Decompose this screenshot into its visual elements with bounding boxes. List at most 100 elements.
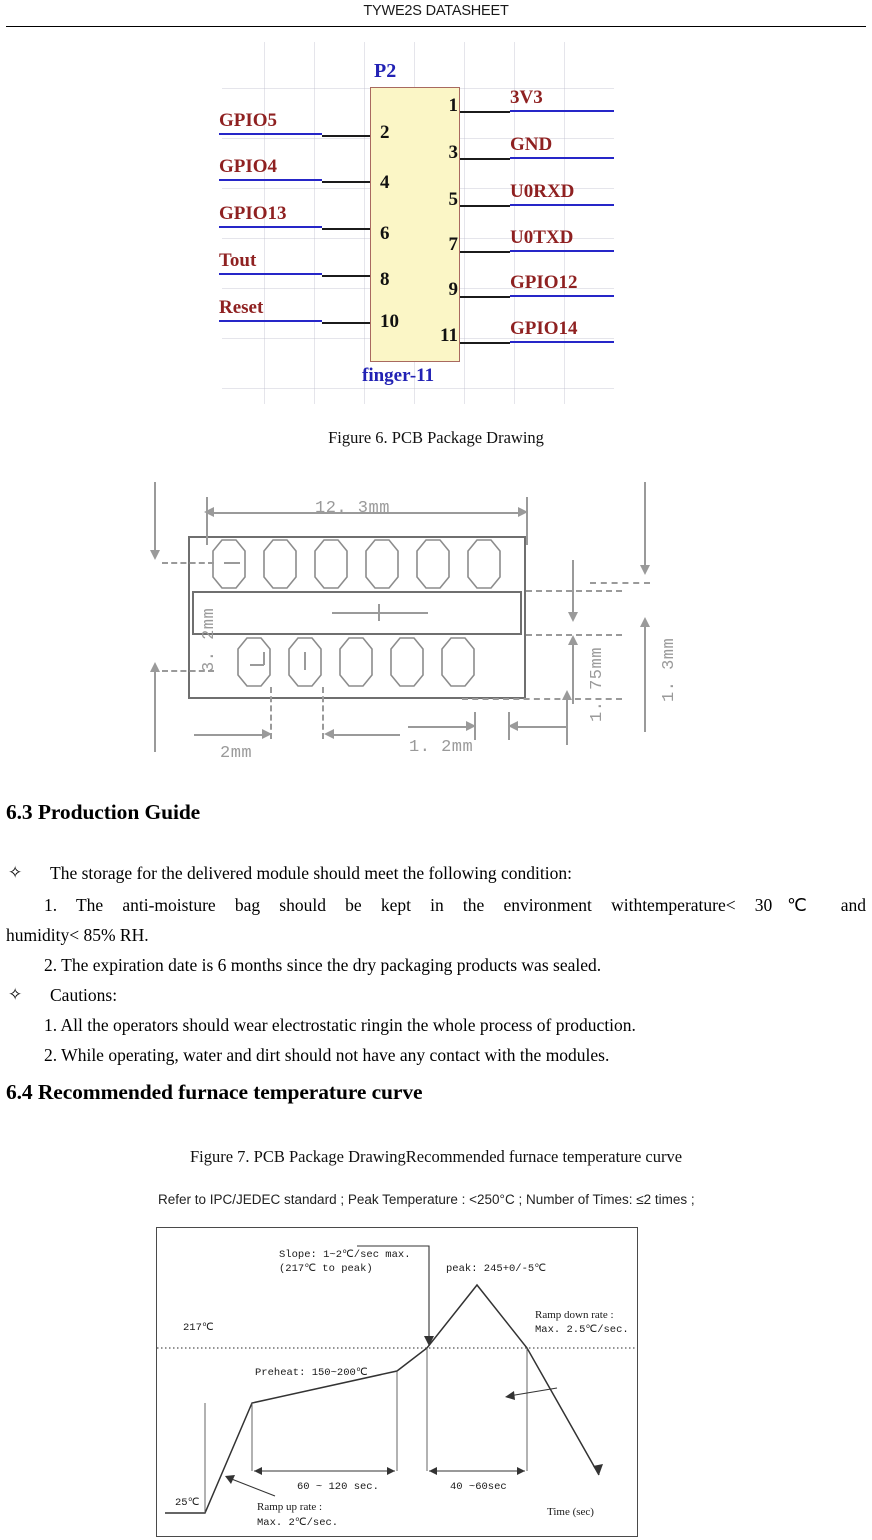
axis-label-time: Time (sec) xyxy=(547,1506,594,1518)
header-divider xyxy=(6,26,866,27)
signal-label-gpio14: GPIO14 xyxy=(510,318,614,343)
dim-arrow-padw-right xyxy=(466,721,476,731)
lead-reset xyxy=(322,322,370,324)
signal-label-reset: Reset xyxy=(219,297,322,322)
axis-label-25c: 25℃ xyxy=(175,1497,200,1509)
dim-line-padw xyxy=(408,726,470,728)
signal-label-gpio4: GPIO4 xyxy=(219,156,322,181)
ext-line-far-left-top xyxy=(154,482,156,555)
lead-u0rxd xyxy=(460,205,510,207)
chip-footprint-label: finger-11 xyxy=(362,365,435,386)
rampup-leader-line xyxy=(228,1477,276,1497)
pad-top-4 xyxy=(365,539,399,589)
annotation-preheat: Preheat: 150~200℃ xyxy=(255,1367,368,1379)
dim-line-padw2 xyxy=(516,726,566,728)
annotation-slope-line1: Slope: 1~2℃/sec max. xyxy=(279,1249,411,1261)
dim-dash-bottom-right xyxy=(462,698,622,700)
page-header-title: TYWE2S DATASHEET xyxy=(363,3,509,19)
dim-dash-inner-top xyxy=(526,590,622,592)
dim-label-inner: 1. 75mm xyxy=(588,647,607,722)
signal-label-gpio5: GPIO5 xyxy=(219,110,322,135)
dim-label-padwidth: 1. 2mm xyxy=(409,738,474,757)
signal-label-gpio12: GPIO12 xyxy=(510,272,614,297)
lead-gpio13 xyxy=(322,228,370,230)
pad-bottom-5 xyxy=(441,637,475,687)
pad-top-6 xyxy=(467,539,501,589)
pin-number-8: 8 xyxy=(380,269,390,290)
dim-arrow-inner-up xyxy=(568,635,578,645)
lead-3v3 xyxy=(460,111,510,113)
pin-number-11: 11 xyxy=(440,325,458,346)
dim-line-inner xyxy=(572,560,574,615)
center-mark-cross xyxy=(372,612,386,614)
annotation-rampdown-line2: Max. 2.5℃/sec. xyxy=(535,1324,629,1336)
annotation-peak: peak: 245+0/-5℃ xyxy=(446,1263,547,1275)
lead-gpio4 xyxy=(322,181,370,183)
dim-arrow-farright-down xyxy=(640,565,650,575)
rampdown-leader-line xyxy=(508,1387,558,1397)
dim-arrow-width-left xyxy=(204,507,214,517)
dim-line-inner2 xyxy=(572,642,574,704)
caution-item-1: 1. All the operators should wear electro… xyxy=(44,1015,636,1035)
reflow-temperature-chart: Slope: 1~2℃/sec max. (217℃ to peak) peak… xyxy=(156,1227,638,1537)
soak-span-arrow-left xyxy=(254,1467,262,1475)
lead-u0txd xyxy=(460,251,510,253)
dim-label-pitch: 2mm xyxy=(220,744,253,763)
pad-bottom-3 xyxy=(339,637,373,687)
figure6-caption: Figure 6. PCB Package Drawing xyxy=(328,428,544,447)
dim-arrow-padw-left xyxy=(508,721,518,731)
signal-label-u0txd: U0TXD xyxy=(510,227,614,252)
signal-label-gnd: GND xyxy=(510,134,614,159)
dim-label-height: 3. 2mm xyxy=(200,607,219,672)
dim-arrow-pitch xyxy=(262,729,272,739)
axis-label-217c: 217℃ xyxy=(183,1322,214,1334)
chip-designator-label: P2 xyxy=(374,60,397,82)
pad-top-5 xyxy=(416,539,450,589)
dim-arrow-inner-down xyxy=(568,612,578,622)
pinout-schematic: P2 finger-11 2 4 6 8 10 1 3 5 7 9 11 GPI… xyxy=(219,42,614,404)
pin-number-2: 2 xyxy=(380,122,390,143)
soak-span-arrow-right xyxy=(387,1467,395,1475)
lead-gpio12 xyxy=(460,296,510,298)
tal-span-arrow-left xyxy=(429,1467,437,1475)
pin-number-10: 10 xyxy=(380,311,399,332)
bullet-storage-text: The storage for the delivered module sho… xyxy=(50,863,572,883)
ext-line-left-top xyxy=(206,497,208,545)
pad-ref-tick-3 xyxy=(304,652,306,670)
ext-line-right-top xyxy=(526,497,528,545)
tal-span-arrow-right xyxy=(517,1467,525,1475)
dim-label-width: 12. 3mm xyxy=(315,499,390,518)
ext-line-far-right xyxy=(644,482,646,570)
signal-label-3v3: 3V3 xyxy=(510,87,614,112)
pad-top-1 xyxy=(212,539,246,589)
pad-ref-tick-2 xyxy=(263,652,265,665)
diamond-bullet-icon: ✧ xyxy=(8,863,23,882)
pad-bottom-4 xyxy=(390,637,424,687)
span-label-soak: 60 ~ 120 sec. xyxy=(297,1481,379,1493)
dim-arrow-farleft-down xyxy=(150,550,160,560)
section-heading-6-3: 6.3 Production Guide xyxy=(6,800,201,824)
pad-top-3 xyxy=(314,539,348,589)
dim-line-pitch xyxy=(194,734,266,736)
dim-arrow-farleft-up xyxy=(150,662,160,672)
pin-number-9: 9 xyxy=(448,279,459,300)
reflow-chart-svg xyxy=(157,1245,637,1514)
dim-arrow-width-right xyxy=(518,507,528,517)
annotation-slope-line2: (217℃ to peak) xyxy=(279,1263,373,1275)
annotation-rampup-line1: Ramp up rate : xyxy=(257,1501,323,1513)
lead-gnd xyxy=(460,158,510,160)
center-mark-h xyxy=(332,612,374,614)
pad-origin-tick-h xyxy=(224,562,240,564)
bullet-cautions-text: Cautions: xyxy=(50,985,118,1005)
package-dimension-drawing: 12. 3mm 3. 2mm 1. 75mm 1. 3mm 2mm 1. 2mm xyxy=(132,472,708,764)
annotation-rampdown-line1: Ramp down rate : xyxy=(535,1309,614,1321)
dim-line-gap xyxy=(332,734,400,736)
storage-item-1-line1: 1. The anti-moisture bag should be kept … xyxy=(44,895,866,915)
ext-line-right-bottom xyxy=(566,697,568,745)
annotation-rampup-line2: Max. 2℃/sec. xyxy=(257,1517,339,1529)
dim-label-edge: 1. 3mm xyxy=(660,637,679,702)
lead-gpio5 xyxy=(322,135,370,137)
rampdown-leader-arrow xyxy=(505,1391,515,1400)
storage-item-2: 2. The expiration date is 6 months since… xyxy=(44,955,602,975)
signal-label-u0rxd: U0RXD xyxy=(510,181,614,206)
